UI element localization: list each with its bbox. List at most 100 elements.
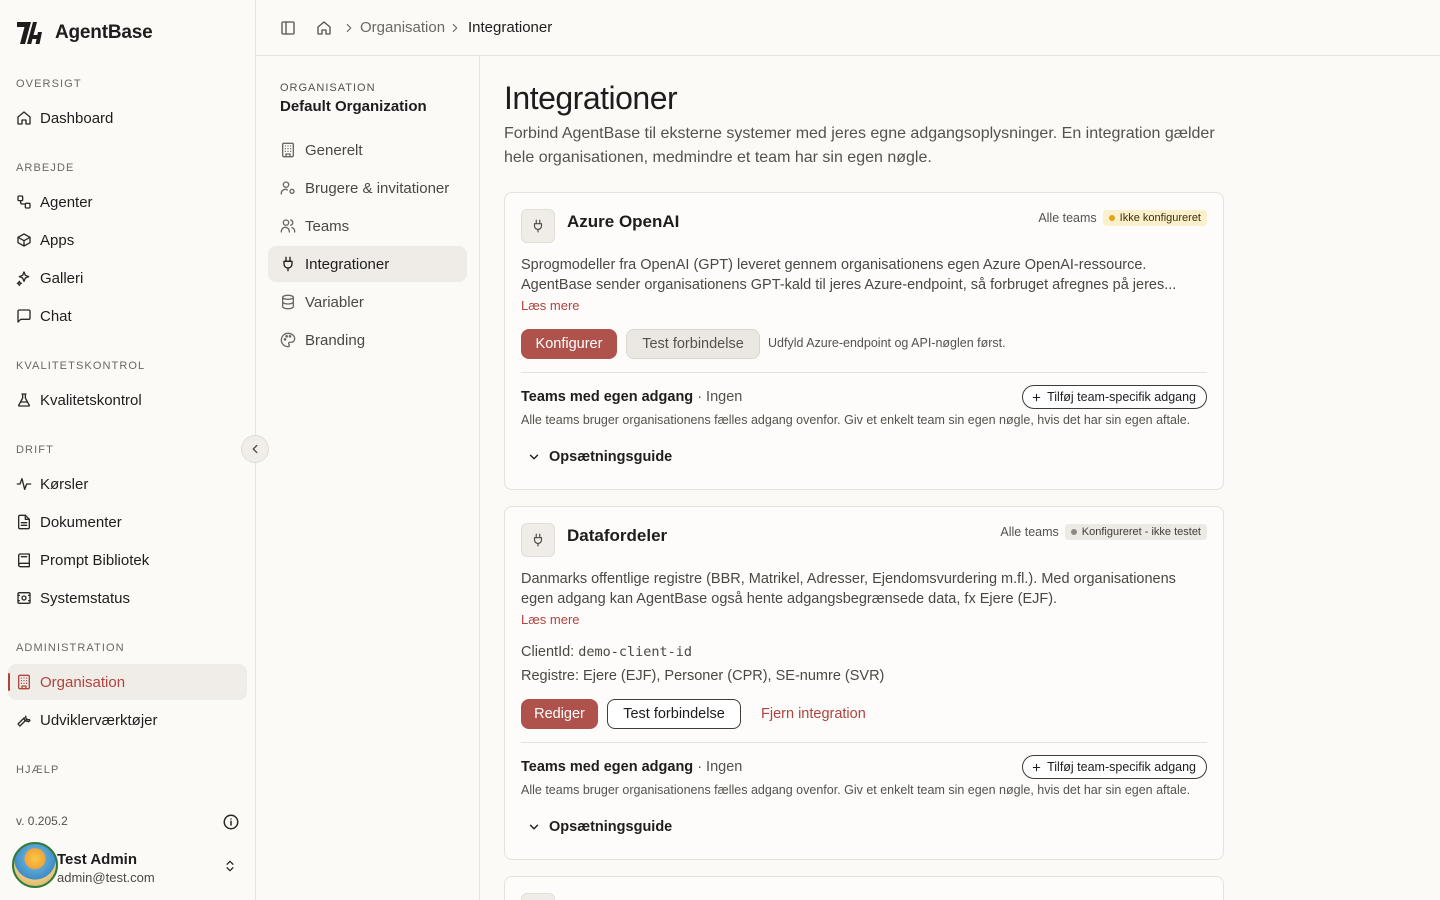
breadcrumb-current: Integrationer xyxy=(468,19,553,36)
sidebar-item-kvalitetskontrol[interactable]: Kvalitetskontrol xyxy=(8,382,247,418)
brand-name: AgentBase xyxy=(55,22,153,43)
section-label-administration: ADMINISTRATION xyxy=(16,642,125,654)
status-badge-label: Konfigureret - ikke testet xyxy=(1081,526,1201,538)
integration-name: Datafordeler xyxy=(567,526,668,545)
activity-icon xyxy=(16,476,32,492)
sidebar-item-dokumenter[interactable]: Dokumenter xyxy=(8,504,247,540)
integration-scope: Alle teams Ikke konfigureret xyxy=(1038,210,1207,226)
workflow-icon xyxy=(16,194,32,210)
user-menu[interactable]: Test Admin admin@test.com xyxy=(12,842,248,890)
section-label-hjaelp: HJÆLP xyxy=(16,764,60,776)
page-title: Integrationer xyxy=(504,80,678,116)
sidebar-item-label: Systemstatus xyxy=(40,589,131,607)
topbar: Organisation Integrationer xyxy=(256,0,1440,56)
wrench-icon xyxy=(16,712,32,728)
subnav-item-teams[interactable]: Teams xyxy=(268,208,467,244)
sidebar-item-chat[interactable]: Chat xyxy=(8,298,247,334)
teams-count: · Ingen xyxy=(697,759,743,775)
building-icon xyxy=(280,142,296,158)
section-label-arbejde: ARBEJDE xyxy=(16,162,75,174)
status-badge-label: Ikke konfigureret xyxy=(1119,212,1201,224)
test-connection-button[interactable]: Test forbindelse xyxy=(626,329,760,359)
add-team-access-button[interactable]: Tilføj team-specifik adgang xyxy=(1022,385,1207,409)
subnav-item-brugere[interactable]: Brugere & invitationer xyxy=(268,170,467,206)
home-icon xyxy=(16,110,32,126)
sidebar-item-galleri[interactable]: Galleri xyxy=(8,260,247,296)
toggle-sidebar-icon[interactable] xyxy=(280,20,296,36)
subnav-section-label: ORGANISATION xyxy=(280,82,376,94)
sidebar-item-apps[interactable]: Apps xyxy=(8,222,247,258)
user-name: Test Admin xyxy=(57,851,138,868)
info-icon[interactable] xyxy=(222,813,240,831)
flask-icon xyxy=(16,392,32,408)
sidebar-item-label: Galleri xyxy=(40,269,84,287)
sidebar-item-agenter[interactable]: Agenter xyxy=(8,184,247,220)
plug-icon xyxy=(521,523,555,557)
add-team-access-button[interactable]: Tilføj team-specifik adgang xyxy=(1022,755,1207,779)
read-more-link[interactable]: Læs mere xyxy=(521,612,580,627)
sidebar-item-label: Prompt Bibliotek xyxy=(40,551,150,569)
sidebar-item-label: Dashboard xyxy=(40,109,114,127)
plug-icon xyxy=(521,893,555,900)
sidebar-item-label: Udviklerværktøjer xyxy=(40,711,158,729)
client-id-row: ClientId: demo-client-id xyxy=(521,644,692,660)
sidebar-item-label: Kørsler xyxy=(40,475,89,493)
sidebar-item-organisation[interactable]: Organisation xyxy=(8,664,247,700)
teams-description: Alle teams bruger organisationens fælles… xyxy=(521,413,1191,427)
edit-button[interactable]: Rediger xyxy=(521,699,598,729)
sidebar-item-label: Chat xyxy=(40,307,72,325)
subnav-item-branding[interactable]: Branding xyxy=(268,322,467,358)
section-label-kvalitetskontrol: KVALITETSKONTROL xyxy=(16,360,146,372)
collapse-sidebar-button[interactable] xyxy=(241,435,269,463)
subnav-item-variabler[interactable]: Variabler xyxy=(268,284,467,320)
building-icon xyxy=(16,674,32,690)
section-label-drift: DRIFT xyxy=(16,444,54,456)
brand[interactable]: AgentBase xyxy=(16,18,153,48)
sidebar-item-systemstatus[interactable]: Systemstatus xyxy=(8,580,247,616)
teams-title: Teams med egen adgang xyxy=(521,759,694,775)
add-team-label: Tilføj team-specifik adgang xyxy=(1047,390,1196,404)
subnav-item-generelt[interactable]: Generelt xyxy=(268,132,467,168)
client-id-label: ClientId: xyxy=(521,644,575,660)
configure-hint: Udfyld Azure-endpoint og API-nøglen førs… xyxy=(768,336,1006,350)
chevron-down-icon xyxy=(527,450,541,464)
test-connection-button[interactable]: Test forbindelse xyxy=(607,699,741,729)
subnav-item-integrationer[interactable]: Integrationer xyxy=(268,246,467,282)
plug-icon xyxy=(280,256,296,272)
setup-guide-toggle[interactable]: Opsætningsguide xyxy=(527,819,672,835)
page-description: Forbind AgentBase til eksterne systemer … xyxy=(504,125,1215,166)
subnav-item-label: Variabler xyxy=(305,293,364,311)
remove-integration-button[interactable]: Fjern integration xyxy=(751,699,876,729)
sidebar-item-korsler[interactable]: Kørsler xyxy=(8,466,247,502)
divider xyxy=(521,372,1207,373)
breadcrumb-home-icon[interactable] xyxy=(316,20,332,36)
integration-description: Sprogmodeller fra OpenAI (GPT) leveret g… xyxy=(521,257,1177,293)
subnav-item-label: Integrationer xyxy=(305,255,390,273)
chevron-left-icon xyxy=(248,442,262,456)
sidebar-item-prompt-bibliotek[interactable]: Prompt Bibliotek xyxy=(8,542,247,578)
palette-icon xyxy=(280,332,296,348)
book-icon xyxy=(16,552,32,568)
integration-scope: Alle teams Konfigureret - ikke testet xyxy=(1000,524,1207,540)
configure-button[interactable]: Konfigurer xyxy=(521,329,617,359)
sidebar-item-dashboard[interactable]: Dashboard xyxy=(8,100,247,136)
teams-section-title: Teams med egen adgang · Ingen xyxy=(521,759,742,775)
sidebar-item-udviklervaerktojer[interactable]: Udviklerværktøjer xyxy=(8,702,247,738)
scope-label: Alle teams xyxy=(1000,525,1059,539)
setup-guide-toggle[interactable]: Opsætningsguide xyxy=(527,449,672,465)
client-id-value: demo-client-id xyxy=(578,644,693,660)
setup-guide-label: Opsætningsguide xyxy=(549,819,673,835)
plus-icon xyxy=(1031,392,1042,403)
sidebar-item-label: Kvalitetskontrol xyxy=(40,391,142,409)
chevron-right-icon xyxy=(448,21,462,35)
avatar xyxy=(12,842,58,888)
section-label-oversigt: OVERSIGT xyxy=(16,78,82,90)
breadcrumb-organisation[interactable]: Organisation xyxy=(360,19,445,36)
file-text-icon xyxy=(16,514,32,530)
add-team-label: Tilføj team-specifik adgang xyxy=(1047,760,1196,774)
read-more-link[interactable]: Læs mere xyxy=(521,298,580,313)
subnav-item-label: Teams xyxy=(305,217,350,235)
status-badge: Konfigureret - ikke testet xyxy=(1064,524,1207,540)
user-cog-icon xyxy=(280,180,296,196)
teams-count: · Ingen xyxy=(697,389,743,405)
